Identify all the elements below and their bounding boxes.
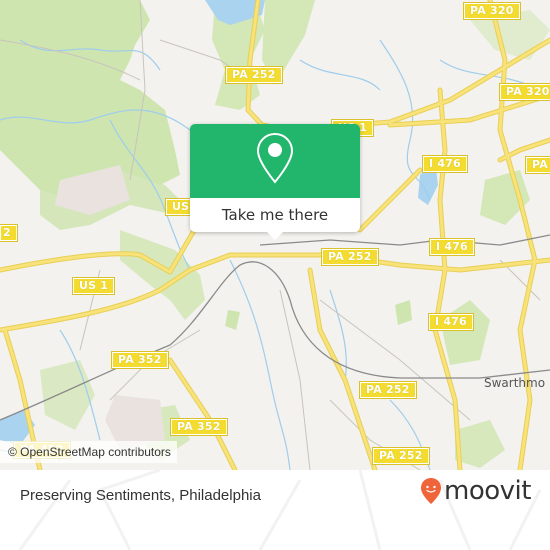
place-label-swarthmore: Swarthmo [484,376,546,390]
road-shield-partial: 2 [0,224,18,242]
map-attribution[interactable]: © OpenStreetMap contributors [0,441,177,463]
road-shield-pa320: PA 320 [463,2,521,20]
road-shield-pa352: PA 352 [111,351,169,369]
location-title: Preserving Sentiments, Philadelphia [20,487,261,504]
road-shield-i476: I 476 [429,238,475,256]
popup-header [190,124,360,198]
map-pin-icon [256,132,294,184]
road-shield-i476: I 476 [422,155,468,173]
location-popup: Take me there [190,124,360,240]
moovit-pin-icon [421,478,441,504]
road-shield-pa4: PA 4 [525,156,550,174]
road-shield-pa320: PA 320 [499,83,550,101]
moovit-logo[interactable]: moovit [420,476,531,506]
moovit-wordmark: moovit [444,476,531,506]
road-shield-us1: US 1 [71,277,116,295]
road-shield-pa252: PA 252 [321,248,379,266]
take-me-there-button[interactable]: Take me there [190,198,360,232]
road-shield-i476: I 476 [428,313,474,331]
road-shield-pa252: PA 252 [372,447,430,465]
popup-pointer [267,232,283,240]
road-shield-pa252: PA 252 [225,66,283,84]
footer-bar: Preserving Sentiments, Philadelphia moov… [0,470,550,550]
road-shield-pa252: PA 252 [359,381,417,399]
road-shield-pa352: PA 352 [170,418,228,436]
map-canvas[interactable]: PA 320 PA 320 PA 252 US 1 US US 1 2 I 47… [0,0,550,470]
